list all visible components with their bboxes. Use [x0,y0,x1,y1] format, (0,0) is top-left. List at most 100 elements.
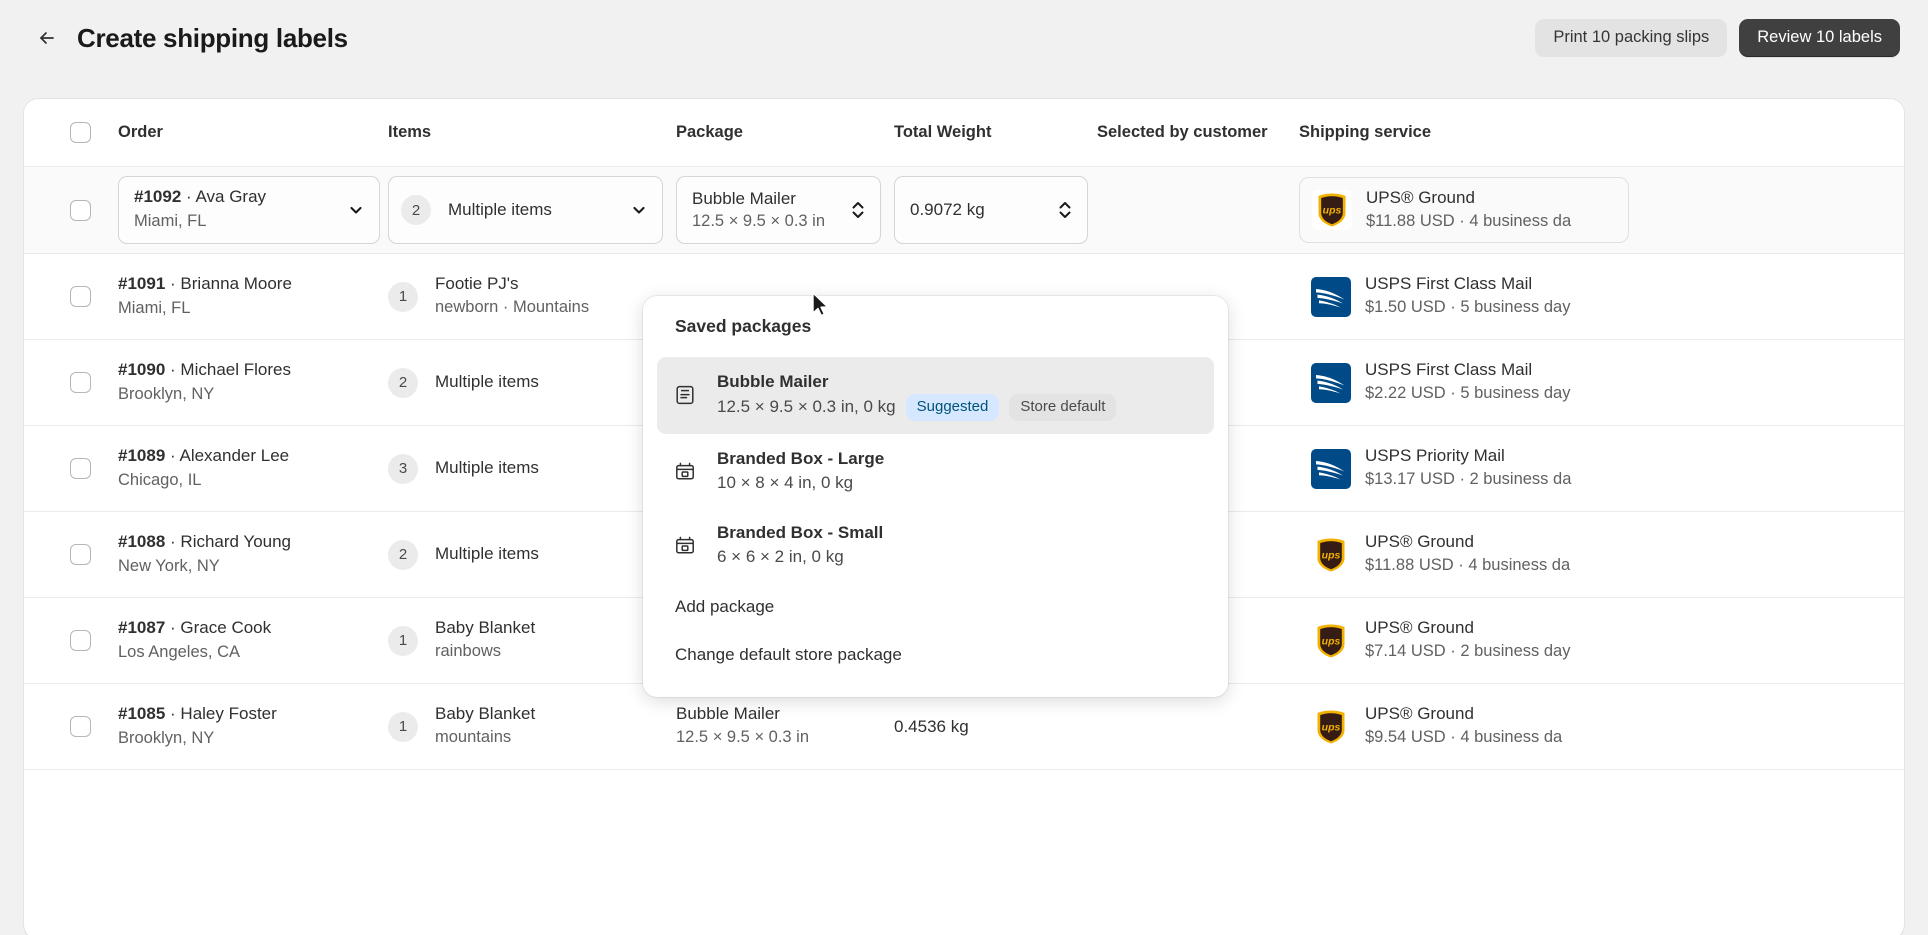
add-package-link[interactable]: Add package [657,583,1214,631]
order-dropdown[interactable]: #1092 · Ava Gray Miami, FL [118,176,380,244]
items-cell: 1 Baby Blanket mountains [388,703,676,749]
package-dimensions: 12.5 × 9.5 × 0.3 in [692,211,826,230]
package-select[interactable]: Bubble Mailer 12.5 × 9.5 × 0.3 in [676,176,881,244]
row-select-cell [70,630,118,651]
row-select-checkbox[interactable] [70,372,91,393]
row-select-checkbox[interactable] [70,716,91,737]
shipping-service-option[interactable]: USPS First Class Mail $2.22 USD · 5 busin… [1299,350,1629,414]
item-title: Footie PJ's [435,274,519,294]
chevron-down-icon [347,201,365,219]
order-cell: #1090 · Michael Flores Brooklyn, NY [118,359,388,406]
review-labels-button[interactable]: Review 10 labels [1739,18,1900,58]
items-dropdown[interactable]: 2 Multiple items [388,176,663,244]
column-header-shipping-service: Shipping service [1299,123,1432,141]
shipping-service-option[interactable]: USPS Priority Mail $13.17 USD · 2 busines… [1299,436,1629,500]
shipping-service-cell: ups UPS® Ground $11.88 USD · 4 business da [1299,522,1629,586]
items-cell: 3 Multiple items [388,453,676,484]
change-default-store-package-link[interactable]: Change default store package [657,631,1214,679]
table-row[interactable]: #1092 · Ava Gray Miami, FL 2 Multiple items… [24,167,1904,254]
order-location: Brooklyn, NY [118,384,215,403]
shipping-service-cell: USPS First Class Mail $1.50 USD · 5 busin… [1299,264,1629,328]
chevron-down-icon [630,201,648,219]
svg-text:ups: ups [1323,205,1342,217]
shipping-service-name: UPS® Ground [1365,704,1474,724]
shipping-service-option[interactable]: ups UPS® Ground $11.88 USD · 4 business da [1299,522,1629,586]
item-subtitle: newborn · Mountains [435,298,590,317]
order-location: New York, NY [118,556,220,575]
item-quantity-badge: 2 [401,195,431,225]
table-row[interactable]: #1085 · Haley Foster Brooklyn, NY 1 Baby Bl… [24,684,1904,770]
package-cell[interactable]: Bubble Mailer 12.5 × 9.5 × 0.3 in [676,703,894,749]
order-location: Los Angeles, CA [118,642,240,661]
select-all-cell [70,122,118,143]
order-number: #1092 [134,187,182,207]
column-header-selected-by-customer: Selected by customer [1097,123,1268,141]
order-cell: #1091 · Brianna Moore Miami, FL [118,273,388,320]
shipping-service-option[interactable]: USPS First Class Mail $1.50 USD · 5 busin… [1299,264,1629,328]
back-button[interactable] [30,21,64,55]
order-cell: #1088 · Richard Young New York, NY [118,531,388,578]
total-weight-cell[interactable]: 0.4536 kg [894,717,1097,737]
row-select-checkbox[interactable] [70,630,91,651]
saved-package-item[interactable]: Bubble Mailer 12.5 × 9.5 × 0.3 in, 0 kg Su… [657,357,1214,434]
popover-heading: Saved packages [675,316,812,336]
page-title: Create shipping labels [77,22,348,53]
column-header-order: Order [118,123,163,141]
svg-text:ups: ups [1322,549,1341,561]
row-select-checkbox[interactable] [70,544,91,565]
shipping-service-option[interactable]: ups UPS® Ground $7.14 USD · 2 business day [1299,608,1629,672]
shipping-service-rate: $7.14 USD · 2 business day [1365,642,1571,661]
items-cell: 2 Multiple items [388,367,676,398]
item-quantity-badge: 1 [388,281,418,312]
row-select-checkbox[interactable] [70,286,91,307]
package-name: Bubble Mailer [692,188,796,208]
order-customer: Ava Gray [195,187,267,207]
order-number-and-customer: #1087 · Grace Cook [118,617,388,640]
shipping-service-name: USPS Priority Mail [1365,446,1505,466]
saved-packages-popover: Saved packages Bubble Mailer 12.5 × 9.5 ×… [643,296,1228,697]
row-select-cell [70,286,118,307]
item-quantity-badge: 1 [388,711,418,742]
order-customer: Alexander Lee [179,445,290,465]
order-cell: #1089 · Alexander Lee Chicago, IL [118,445,388,492]
column-header-total-weight: Total Weight [894,123,992,141]
order-location: Miami, FL [118,298,191,317]
total-weight-value: 0.9072 kg [910,200,985,219]
shipping-service-option[interactable]: ups UPS® Ground $11.88 USD · 4 business da [1299,176,1629,244]
arrow-left-icon [36,27,58,49]
shipping-service-cell: ups UPS® Ground $11.88 USD · 4 business da [1299,176,1629,244]
shipping-service-name: USPS First Class Mail [1365,360,1533,380]
row-select-cell [70,544,118,565]
shipping-service-rate: $2.22 USD · 5 business day [1365,384,1571,403]
shipping-service-option[interactable]: ups UPS® Ground $9.54 USD · 4 business da [1299,694,1629,758]
order-number-and-customer: #1089 · Alexander Lee [118,445,388,468]
suggested-badge: Suggested [905,393,1000,421]
shipping-service-cell: USPS First Class Mail $2.22 USD · 5 busin… [1299,350,1629,414]
total-weight-stepper[interactable]: 0.9072 kg [894,176,1088,244]
order-customer: Haley Foster [180,703,277,723]
item-quantity-badge: 2 [388,539,418,570]
saved-package-dimensions: 10 × 8 × 4 in, 0 kg [717,472,854,492]
order-customer: Michael Flores [180,359,291,379]
saved-package-dimensions: 12.5 × 9.5 × 0.3 in, 0 kg [717,396,896,416]
saved-package-item[interactable]: Branded Box - Small 6 × 6 × 2 in, 0 kg [657,508,1214,582]
shipping-service-name: UPS® Ground [1366,187,1475,207]
item-title: Baby Blanket [435,704,536,724]
store-default-badge: Store default [1009,393,1117,421]
order-number-and-customer: #1090 · Michael Flores [118,359,388,382]
items-cell: 1 Footie PJ's newborn · Mountains [388,273,676,319]
order-separator: · [170,531,176,551]
shipping-labels-table-card: Order Items Package Total Weight Selecte… [24,99,1904,935]
saved-package-item[interactable]: Branded Box - Large 10 × 8 × 4 in, 0 kg [657,434,1214,508]
order-number-and-customer: #1092 · Ava Gray [134,186,341,209]
order-number: #1089 [118,445,166,465]
total-weight-value: 0.4536 kg [894,716,969,736]
select-all-checkbox[interactable] [70,122,91,143]
row-select-checkbox[interactable] [70,199,91,221]
header-actions: Print 10 packing slips Review 10 labels [1535,18,1900,58]
package-cell: Bubble Mailer 12.5 × 9.5 × 0.3 in [676,176,894,244]
order-cell: #1092 · Ava Gray Miami, FL [118,176,388,244]
order-number: #1085 [118,703,166,723]
print-packing-slips-button[interactable]: Print 10 packing slips [1535,18,1728,58]
row-select-checkbox[interactable] [70,458,91,479]
